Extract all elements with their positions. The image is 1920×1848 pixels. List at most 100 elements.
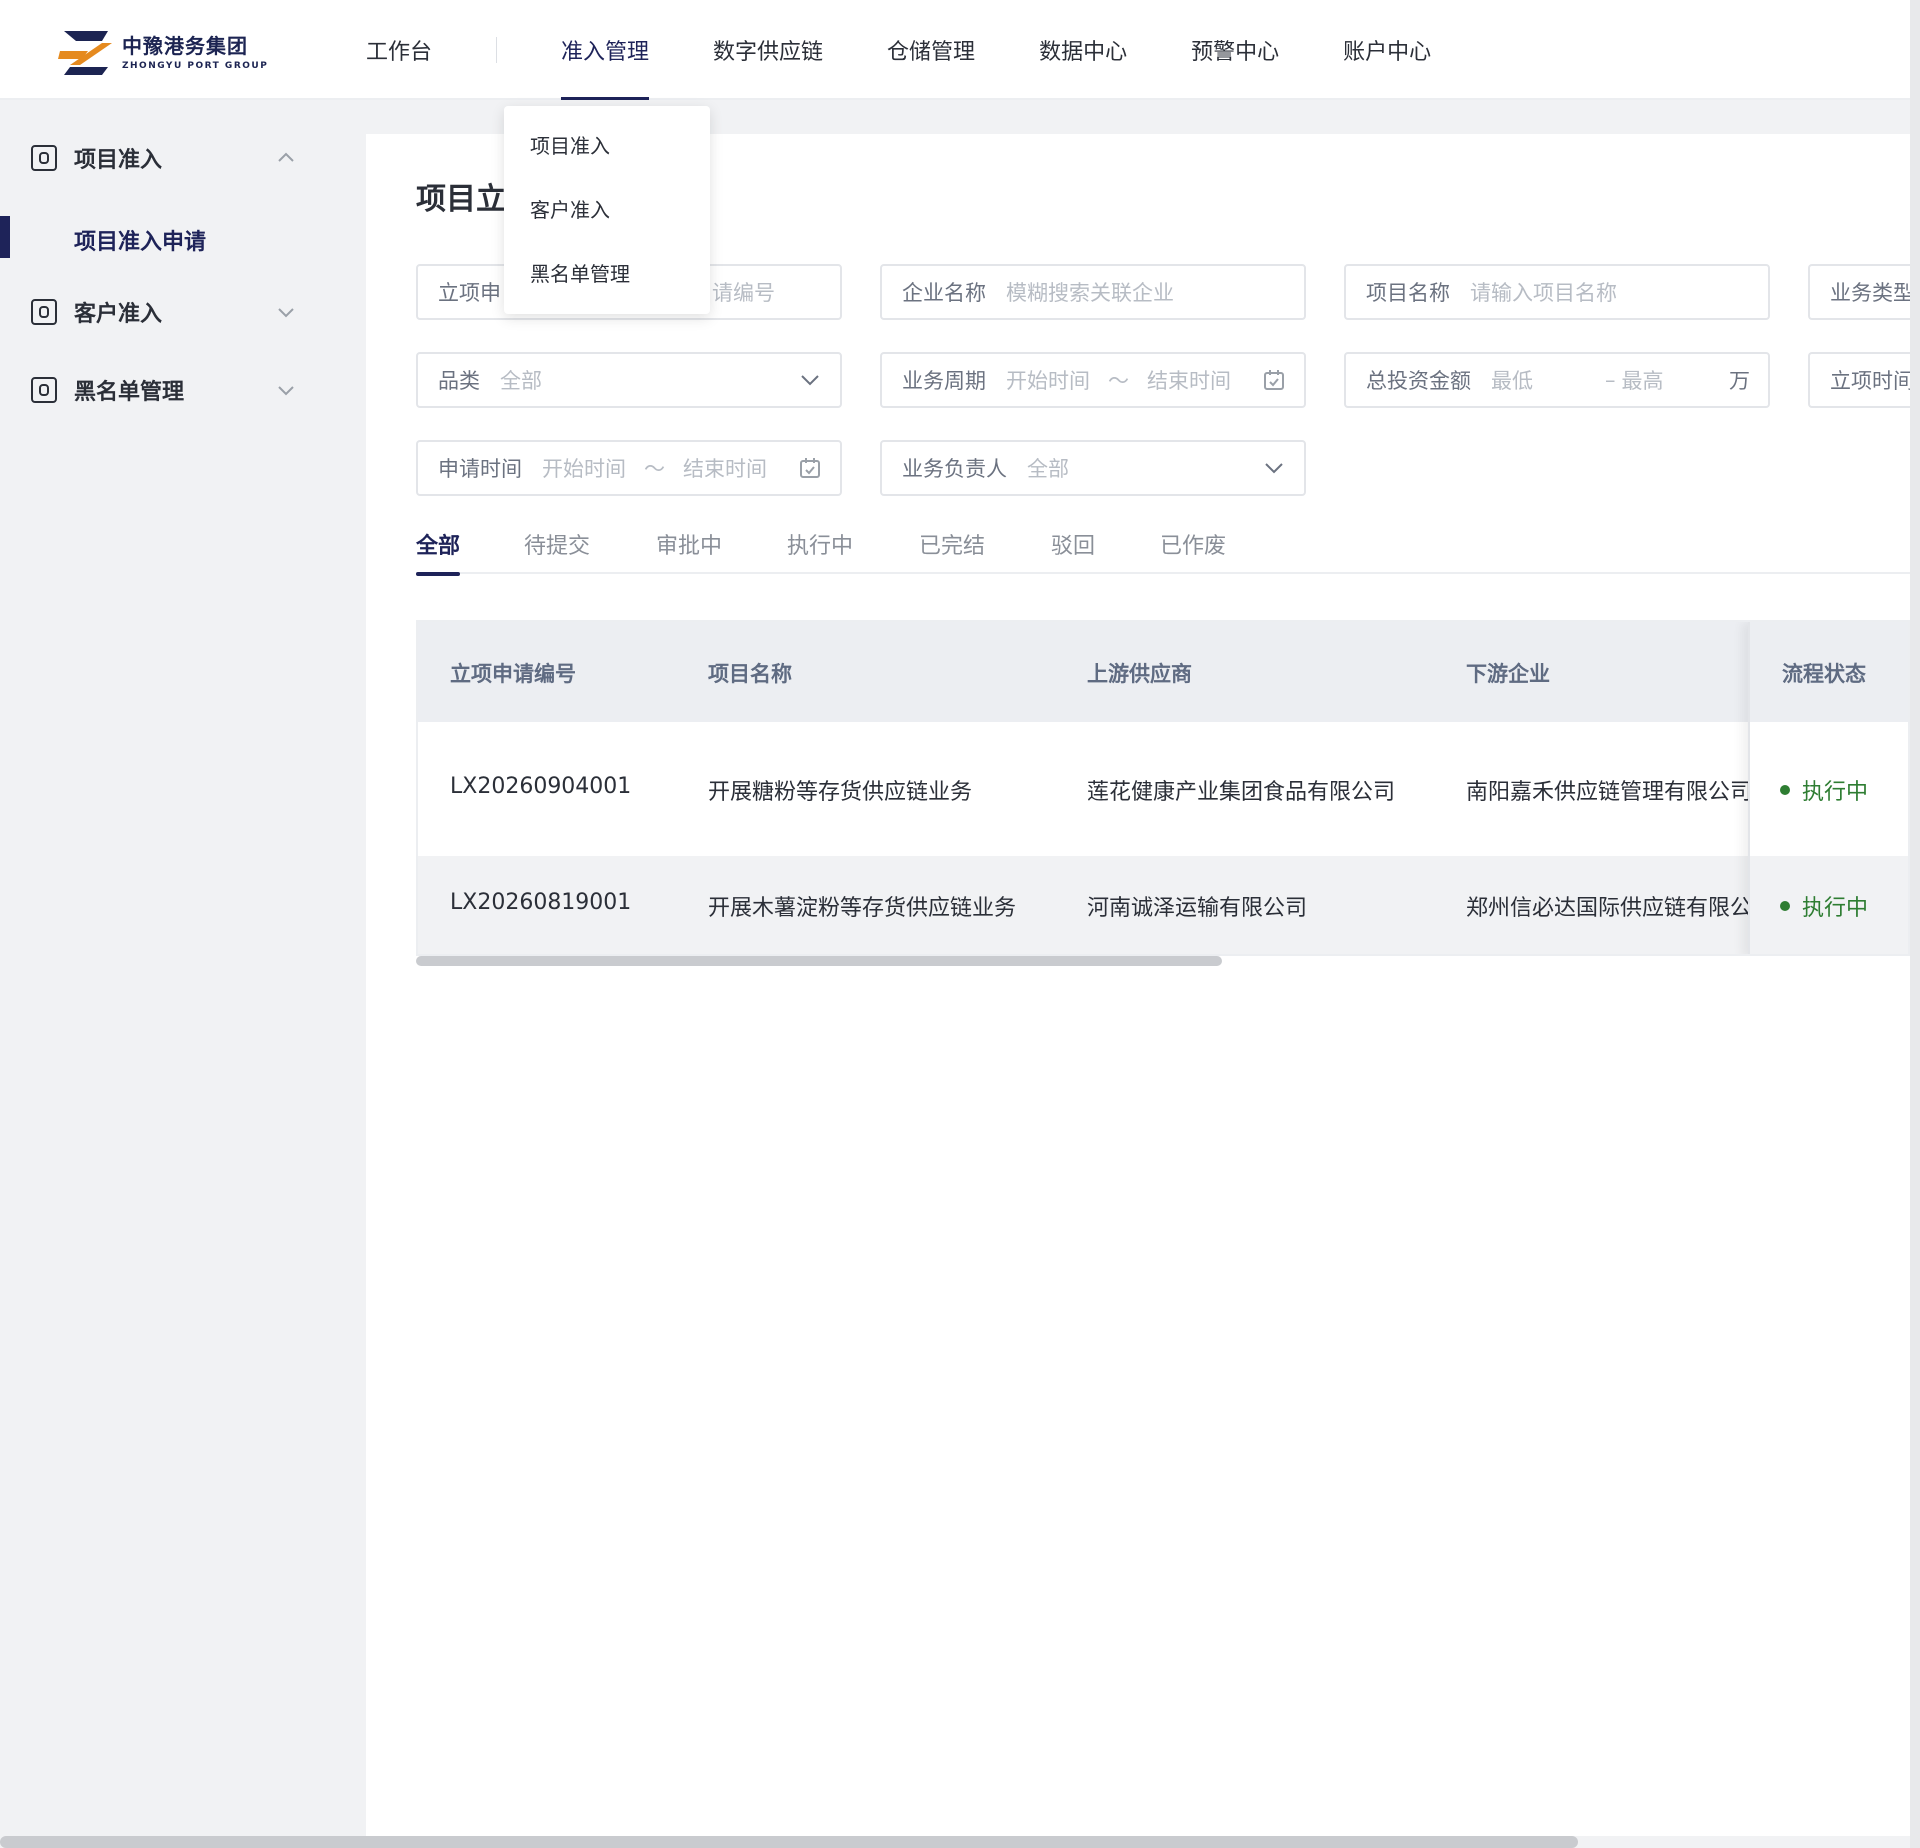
cell-project-name: 开展糖粉等存货供应链业务 bbox=[708, 780, 973, 805]
table-header: 立项申请编号 项目名称 上游供应商 下游企业 bbox=[418, 622, 1908, 722]
range-separator: – bbox=[1605, 368, 1616, 392]
sidebar: 项目准入 项目准入申请 客户准入 黑名单管理 bbox=[0, 102, 366, 1848]
field-label: 总投资金额 bbox=[1366, 369, 1471, 393]
col-header-status: 流程状态 bbox=[1782, 662, 1866, 686]
field-label: 业务类型 bbox=[1830, 281, 1914, 305]
field-label: 企业名称 bbox=[902, 281, 986, 305]
nav-warehouse-management[interactable]: 仓储管理 bbox=[887, 0, 975, 100]
cell-upstream: 莲花健康产业集团食品有限公司 bbox=[1087, 780, 1396, 805]
cell-downstream: 南阳嘉禾供应链管理有限公司 bbox=[1466, 780, 1753, 805]
unit-label: 万 bbox=[1729, 369, 1750, 393]
lock-icon bbox=[31, 377, 57, 403]
table-row[interactable]: LX20260819001 开展木薯淀粉等存货供应链业务 河南诚泽运输有限公司 … bbox=[418, 856, 1908, 954]
top-navigation: 工作台 准入管理 数字供应链 仓储管理 数据中心 预警中心 账户中心 bbox=[366, 0, 1495, 100]
tab-voided[interactable]: 已作废 bbox=[1160, 528, 1226, 574]
select-value: 全部 bbox=[1027, 457, 1069, 481]
nav-data-center[interactable]: 数据中心 bbox=[1039, 0, 1127, 100]
brand-logo[interactable]: 中豫港务集团 ZHONGYU PORT GROUP bbox=[58, 24, 268, 76]
sidebar-item-label: 项目准入申请 bbox=[74, 230, 207, 255]
tab-approving[interactable]: 审批中 bbox=[656, 528, 722, 574]
tab-all[interactable]: 全部 bbox=[416, 528, 461, 576]
nav-access-management[interactable]: 准入管理 bbox=[561, 0, 650, 100]
project-name-field[interactable]: 项目名称 请输入项目名称 bbox=[1344, 264, 1770, 320]
col-header-project-name: 项目名称 bbox=[708, 662, 792, 686]
sidebar-group-customer-access[interactable]: 客户准入 bbox=[0, 284, 366, 340]
chevron-down-icon bbox=[278, 308, 294, 318]
sidebar-group-project-access[interactable]: 项目准入 bbox=[0, 130, 366, 186]
biz-period-range[interactable]: 业务周期 开始时间 ～ 结束时间 bbox=[880, 352, 1306, 408]
range-separator: ～ bbox=[1108, 369, 1129, 393]
chevron-down-icon bbox=[1265, 463, 1283, 474]
range-max: 最高 bbox=[1621, 369, 1664, 393]
chevron-down-icon bbox=[801, 375, 819, 386]
dropdown-item-project-access[interactable]: 项目准入 bbox=[530, 130, 610, 159]
nav-workbench[interactable]: 工作台 bbox=[366, 0, 432, 100]
calendar-icon bbox=[1264, 370, 1284, 390]
project-table: 立项申请编号 项目名称 上游供应商 下游企业 LX20260904001 开展糖… bbox=[416, 620, 1910, 956]
brand-name-en: ZHONGYU PORT GROUP bbox=[122, 60, 269, 71]
lock-icon bbox=[31, 299, 57, 325]
col-header-downstream: 下游企业 bbox=[1466, 662, 1550, 686]
field-label: 业务周期 bbox=[902, 369, 986, 393]
nav-divider bbox=[496, 37, 498, 63]
status-badge: 执行中 bbox=[1780, 890, 1868, 922]
dropdown-item-customer-access[interactable]: 客户准入 bbox=[530, 194, 610, 223]
field-label: 申请时间 bbox=[438, 457, 522, 481]
status-tabs: 全部 待提交 审批中 执行中 已完结 驳回 已作废 bbox=[416, 528, 1910, 576]
status-badge: 执行中 bbox=[1780, 774, 1868, 806]
setup-time-field[interactable]: 立项时间 bbox=[1808, 352, 1920, 408]
range-min: 最低 bbox=[1491, 369, 1533, 393]
access-management-dropdown: 项目准入 客户准入 黑名单管理 bbox=[504, 106, 710, 314]
tab-pending-submit[interactable]: 待提交 bbox=[524, 528, 590, 574]
logo-mark-icon bbox=[58, 25, 114, 75]
field-label: 立项时间 bbox=[1830, 369, 1914, 393]
nav-account-center[interactable]: 账户中心 bbox=[1343, 0, 1431, 100]
range-start: 开始时间 bbox=[542, 457, 626, 481]
sidebar-item-project-access-apply[interactable]: 项目准入申请 bbox=[0, 212, 366, 268]
table-row[interactable]: LX20260904001 开展糖粉等存货供应链业务 莲花健康产业集团食品有限公… bbox=[418, 722, 1908, 856]
field-placeholder: 模糊搜索关联企业 bbox=[1006, 281, 1174, 305]
main-content: 项目立 立项申 申请编号 企业名称 模糊搜索关联企业 项目名称 请输入项目名称 … bbox=[366, 134, 1920, 1836]
sidebar-group-label: 黑名单管理 bbox=[74, 380, 185, 405]
status-dot-icon bbox=[1780, 901, 1790, 911]
range-end: 结束时间 bbox=[683, 457, 767, 481]
range-separator: ～ bbox=[644, 457, 665, 481]
cell-apply-no: LX20260819001 bbox=[450, 890, 632, 915]
category-select[interactable]: 品类 全部 bbox=[416, 352, 842, 408]
lock-icon bbox=[31, 145, 57, 171]
calendar-icon bbox=[800, 458, 820, 478]
range-end: 结束时间 bbox=[1147, 369, 1231, 393]
page-vertical-scrollbar-track[interactable] bbox=[1910, 0, 1920, 1848]
cell-apply-no: LX20260904001 bbox=[450, 774, 632, 799]
dropdown-item-blacklist[interactable]: 黑名单管理 bbox=[530, 258, 630, 287]
biz-type-field[interactable]: 业务类型 bbox=[1808, 264, 1920, 320]
cell-project-name: 开展木薯淀粉等存货供应链业务 bbox=[708, 896, 1017, 921]
cell-upstream: 河南诚泽运输有限公司 bbox=[1087, 896, 1308, 921]
nav-alert-center[interactable]: 预警中心 bbox=[1191, 0, 1279, 100]
nav-digital-supply-chain[interactable]: 数字供应链 bbox=[713, 0, 823, 100]
invest-amount-range[interactable]: 总投资金额 最低 – 最高 万 bbox=[1344, 352, 1770, 408]
col-header-apply-no: 立项申请编号 bbox=[450, 662, 576, 686]
page-title: 项目立 bbox=[416, 182, 506, 217]
tab-completed[interactable]: 已完结 bbox=[919, 528, 985, 574]
cell-downstream: 郑州信必达国际供应链有限公 bbox=[1466, 896, 1753, 921]
chevron-down-icon bbox=[278, 386, 294, 396]
select-value: 全部 bbox=[500, 369, 542, 393]
brand-name-cn: 中豫港务集团 bbox=[122, 33, 248, 58]
apply-time-range[interactable]: 申请时间 开始时间 ～ 结束时间 bbox=[416, 440, 842, 496]
col-header-upstream: 上游供应商 bbox=[1087, 662, 1192, 686]
tab-executing[interactable]: 执行中 bbox=[787, 528, 853, 574]
field-label: 立项申 bbox=[438, 281, 501, 305]
sidebar-group-label: 项目准入 bbox=[74, 148, 163, 173]
page-horizontal-scrollbar[interactable] bbox=[0, 1836, 1578, 1848]
field-label: 项目名称 bbox=[1366, 281, 1450, 305]
tab-rejected[interactable]: 驳回 bbox=[1051, 528, 1095, 574]
range-start: 开始时间 bbox=[1006, 369, 1090, 393]
fixed-status-column: 流程状态 执行中 执行中 bbox=[1748, 622, 1908, 954]
company-field[interactable]: 企业名称 模糊搜索关联企业 bbox=[880, 264, 1306, 320]
table-horizontal-scrollbar[interactable] bbox=[416, 956, 1222, 966]
sidebar-group-blacklist[interactable]: 黑名单管理 bbox=[0, 362, 366, 418]
owner-select[interactable]: 业务负责人 全部 bbox=[880, 440, 1306, 496]
status-dot-icon bbox=[1780, 785, 1790, 795]
field-label: 品类 bbox=[438, 369, 480, 393]
